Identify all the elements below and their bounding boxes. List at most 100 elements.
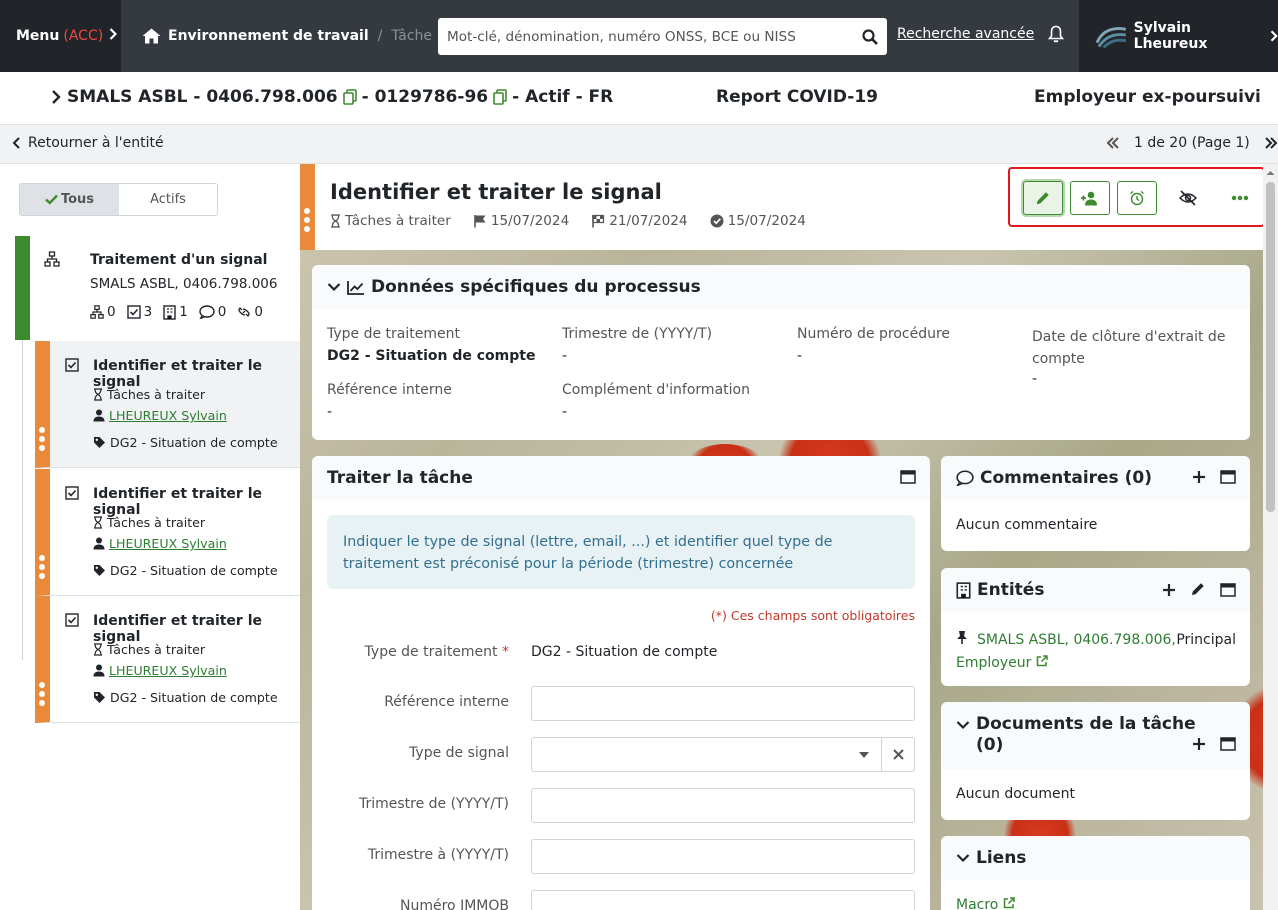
copy-icon[interactable] (342, 89, 357, 105)
caret-down-icon[interactable] (847, 738, 881, 771)
process-data-header[interactable]: Données spécifiques du processus (312, 265, 1250, 309)
add-icon[interactable] (1162, 582, 1176, 602)
maximize-icon[interactable] (1220, 582, 1236, 602)
entities-card: Entités SMALS ASBL, 0406.798.006, Princi… (941, 568, 1250, 686)
bell-icon[interactable] (1047, 25, 1065, 47)
filter-active-label: Actifs (150, 192, 186, 207)
vertical-scrollbar[interactable] (1263, 164, 1278, 910)
status-label: Tâches à traiter (345, 213, 451, 229)
entity-title[interactable]: SMALS ASBL - 0406.798.006 - 0129786-96 -… (50, 87, 613, 107)
field-label: Référence interne (327, 382, 452, 398)
external-link-icon[interactable] (1036, 655, 1048, 667)
maximize-icon[interactable] (1220, 469, 1236, 489)
filter-all-button[interactable]: Tous (20, 184, 119, 215)
task-item-tag: DG2 - Situation de compte (93, 690, 278, 705)
menu-button[interactable]: Menu (ACC) (0, 0, 121, 72)
chevron-right-icon (1271, 30, 1278, 42)
tag-icon (94, 692, 105, 703)
field-label: Trimestre de (YYYY/T) (562, 326, 713, 342)
drag-handle-icon[interactable] (39, 555, 45, 579)
menu-label: Menu (16, 28, 60, 44)
filter-active-button[interactable]: Actifs (119, 184, 217, 215)
external-link-icon[interactable] (1003, 897, 1015, 909)
internal-reference-input[interactable] (531, 686, 915, 721)
documents-header[interactable]: Documents de la tâche (0) (941, 702, 1250, 769)
hourglass-icon (331, 214, 340, 228)
documents-title: Documents de la tâche (0) (976, 714, 1196, 756)
search-icon[interactable] (862, 28, 878, 45)
task-list-item[interactable]: Identifier et traiter le signal Tâches à… (35, 469, 300, 596)
clear-icon[interactable] (881, 738, 914, 771)
check-icon (45, 194, 58, 205)
type-label: Type de traitement (364, 644, 498, 660)
maximize-icon[interactable] (900, 469, 916, 489)
advanced-search-link[interactable]: Recherche avancée (897, 26, 1034, 42)
user-menu[interactable]: Sylvain Lheureux (1079, 0, 1278, 72)
building-icon (163, 304, 176, 320)
user-icon (93, 537, 105, 550)
entity-flag-right: Employeur ex-poursuivi (1034, 87, 1261, 107)
breadcrumb: Environnement de travail / Tâche (142, 0, 432, 72)
line-chart-icon (347, 280, 364, 295)
assignee-link[interactable]: LHEUREUX Sylvain (109, 408, 227, 423)
entity-count: 1 (163, 304, 188, 320)
assignee-link[interactable]: LHEUREUX Sylvain (109, 536, 227, 551)
search-input[interactable]: Mot-clé, dénomination, numéro ONSS, BCE … (438, 18, 887, 55)
signal-type-select[interactable] (531, 737, 915, 772)
scrollbar-thumb[interactable] (1266, 182, 1275, 512)
more-options-button[interactable] (1220, 181, 1260, 215)
field-label: Numéro IMMOB (400, 898, 509, 910)
field-value: - (797, 348, 803, 364)
links-header[interactable]: Liens (941, 836, 1250, 880)
quarter-from-input[interactable] (531, 788, 915, 823)
links-title: Liens (976, 848, 1027, 868)
add-icon[interactable] (1192, 736, 1206, 756)
field-label: Type de traitement (327, 326, 460, 342)
edit-button[interactable] (1023, 181, 1063, 215)
immob-number-input[interactable] (531, 890, 915, 910)
task-list-item[interactable]: Identifier et traiter le signal Tâches à… (35, 596, 300, 723)
double-chevron-left-icon[interactable] (1106, 137, 1120, 149)
eye-slash-icon (1178, 190, 1198, 206)
entity-header: SMALS ASBL - 0406.798.006 - 0129786-96 -… (0, 72, 1278, 125)
count-value: 1 (179, 304, 188, 320)
user-icon (93, 664, 105, 677)
assignee-link[interactable]: LHEUREUX Sylvain (109, 663, 227, 678)
reminder-button[interactable] (1117, 181, 1157, 215)
scroll-up-icon[interactable] (1263, 166, 1278, 180)
flag-icon (474, 215, 486, 228)
macro-link[interactable]: Macro (956, 897, 998, 910)
hide-button[interactable] (1168, 181, 1208, 215)
maximize-icon[interactable] (1220, 736, 1236, 756)
copy-icon[interactable] (493, 89, 507, 105)
back-label: Retourner à l'entité (28, 135, 164, 151)
drag-handle-icon[interactable] (39, 427, 45, 451)
pagination-label: 1 de 20 (Page 1) (1134, 135, 1250, 151)
back-to-entity-link[interactable]: Retourner à l'entité (12, 135, 164, 151)
double-chevron-right-icon[interactable] (1264, 137, 1278, 149)
comments-title: Commentaires (0) (980, 468, 1152, 488)
field-label: Trimestre de (YYYY/T) (358, 796, 509, 812)
search-placeholder: Mot-clé, dénomination, numéro ONSS, BCE … (447, 28, 796, 45)
process-node[interactable]: Traitement d'un signal SMALS ASBL, 0406.… (15, 236, 300, 340)
task-status: Tâches à traiter (330, 213, 451, 229)
pin-icon (957, 631, 967, 644)
drag-handle-icon[interactable] (304, 208, 310, 232)
task-list-item[interactable]: Identifier et traiter le signal Tâches à… (35, 341, 300, 468)
assign-user-button[interactable] (1070, 181, 1110, 215)
add-icon[interactable] (1192, 469, 1206, 489)
pencil-icon (1037, 192, 1049, 204)
entity-link[interactable]: SMALS ASBL, 0406.798.006, (977, 632, 1176, 648)
task-item-status: Tâches à traiter (93, 515, 205, 530)
pencil-icon[interactable] (1190, 581, 1206, 602)
drag-handle-icon[interactable] (39, 682, 45, 706)
entity-type-link[interactable]: Employeur (956, 655, 1031, 671)
task-item-tag: DG2 - Situation de compte (93, 563, 278, 578)
field-label: Numéro de procédure (797, 326, 951, 342)
links-card: Liens Macro (941, 836, 1250, 910)
process-subtitle: SMALS ASBL, 0406.798.006 (90, 276, 278, 292)
home-link[interactable]: Environnement de travail (142, 28, 369, 44)
task-actions-highlight (1008, 167, 1263, 227)
quarter-to-input[interactable] (531, 839, 915, 874)
task-item-assignee: LHEUREUX Sylvain (93, 536, 227, 551)
